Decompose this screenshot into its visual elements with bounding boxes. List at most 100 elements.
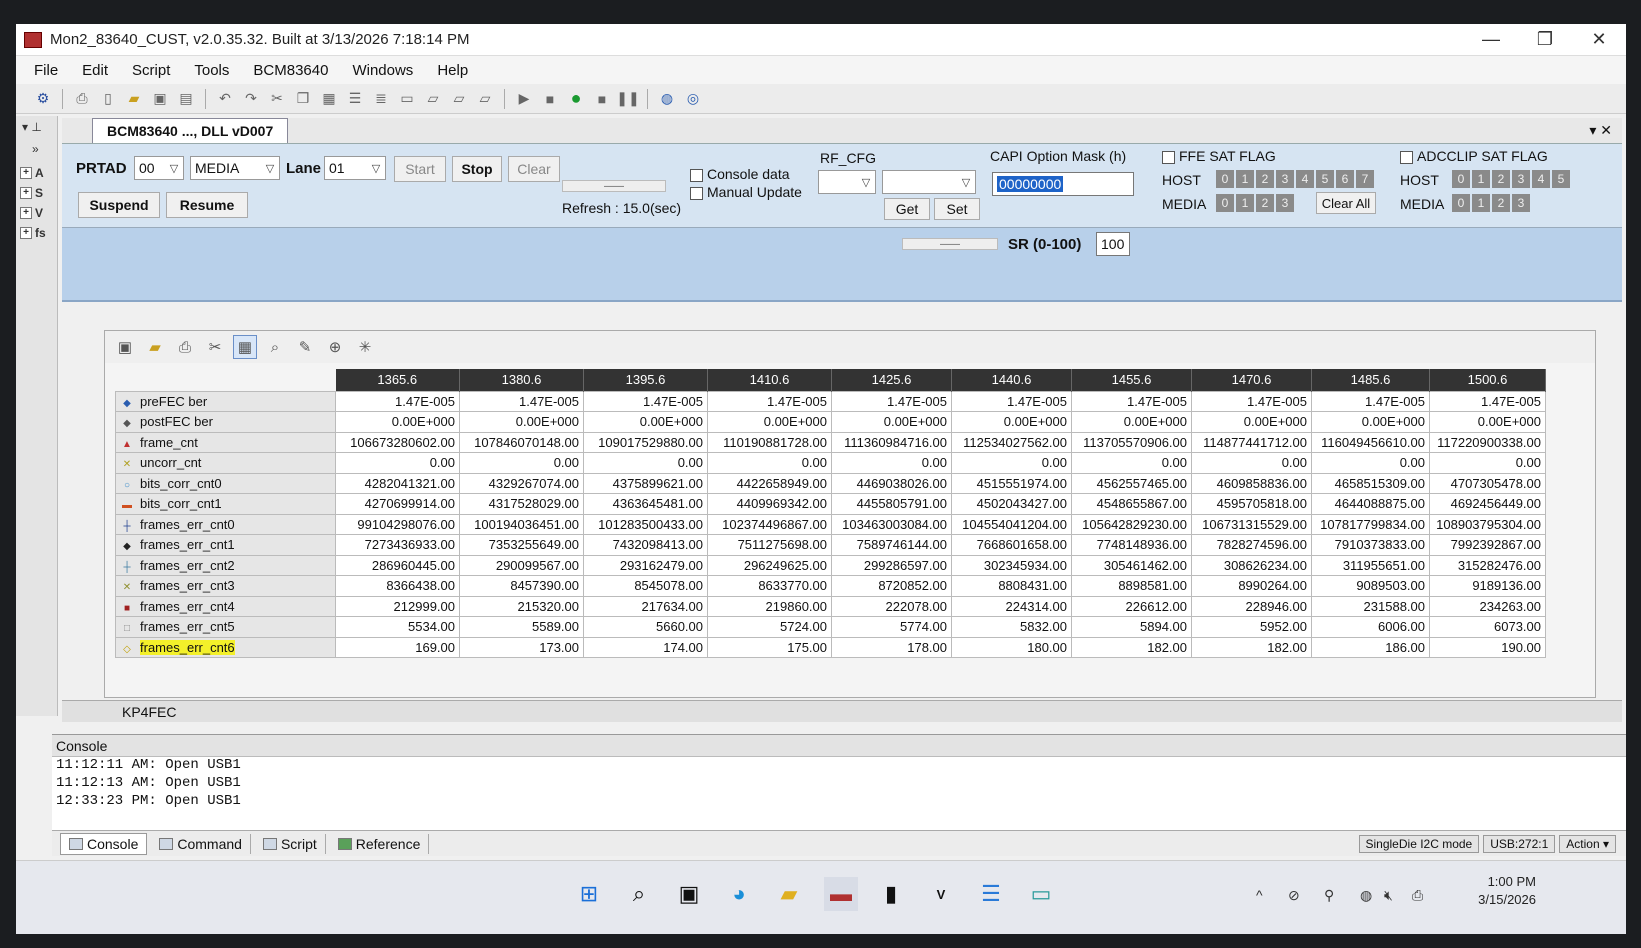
table-cell[interactable]: 5724.00: [707, 616, 832, 638]
table-cell[interactable]: 190.00: [1429, 636, 1546, 658]
table-cell[interactable]: 180.00: [951, 636, 1072, 658]
row-header[interactable]: ┼ frames_err_cnt0: [115, 513, 336, 535]
table-cell[interactable]: 7910373833.00: [1311, 534, 1430, 556]
row-header[interactable]: □ frames_err_cnt5: [115, 616, 336, 638]
table-cell[interactable]: 1.47E-005: [1191, 390, 1312, 412]
table-cell[interactable]: 5832.00: [951, 616, 1072, 638]
terminal-icon[interactable]: ▮: [874, 877, 908, 911]
table-cell[interactable]: 0.00E+000: [1429, 411, 1546, 433]
table-cell[interactable]: 4502043427.00: [951, 493, 1072, 515]
table-cell[interactable]: 0.00: [1311, 452, 1430, 474]
window-icon[interactable]: ▭: [396, 88, 418, 110]
table-cell[interactable]: 4658515309.00: [1311, 472, 1430, 494]
table-cell[interactable]: 0.00: [1429, 452, 1546, 474]
table-cell[interactable]: 4692456449.00: [1429, 493, 1546, 515]
globe-icon[interactable]: ◍: [1360, 887, 1372, 904]
table-cell[interactable]: 234263.00: [1429, 595, 1546, 617]
adcclip-sat-flag-checkbox[interactable]: ADCCLIP SAT FLAG: [1400, 148, 1548, 164]
kp4fec-tab[interactable]: KP4FEC: [122, 704, 176, 720]
table-cell[interactable]: 315282476.00: [1429, 554, 1546, 576]
row-header[interactable]: ┼ frames_err_cnt2: [115, 554, 336, 576]
table-cell[interactable]: 4562557465.00: [1071, 472, 1192, 494]
table-cell[interactable]: 1.47E-005: [1311, 390, 1430, 412]
table-cell[interactable]: 0.00E+000: [459, 411, 584, 433]
row-header[interactable]: ◆ postFEC ber: [115, 411, 336, 433]
table-cell[interactable]: 8808431.00: [951, 575, 1072, 597]
table-cell[interactable]: 7273436933.00: [335, 534, 460, 556]
table-cell[interactable]: 108903795304.00: [1429, 513, 1546, 535]
column-header[interactable]: 1455.6: [1071, 369, 1192, 391]
zoom-icon[interactable]: ⊕: [323, 335, 347, 359]
table-cell[interactable]: 9089503.00: [1311, 575, 1430, 597]
table-cell[interactable]: 8898581.00: [1071, 575, 1192, 597]
table-cell[interactable]: 4644088875.00: [1311, 493, 1430, 515]
table-cell[interactable]: 106731315529.00: [1191, 513, 1312, 535]
table-cell[interactable]: 182.00: [1071, 636, 1192, 658]
table-cell[interactable]: 8457390.00: [459, 575, 584, 597]
file-explorer-icon[interactable]: ▰: [772, 877, 806, 911]
table-cell[interactable]: 4409969342.00: [707, 493, 832, 515]
table-cell[interactable]: 4469038026.00: [831, 472, 952, 494]
network-off-icon[interactable]: ⊘: [1288, 887, 1300, 904]
table-cell[interactable]: 7511275698.00: [707, 534, 832, 556]
get-button[interactable]: Get: [884, 198, 930, 220]
row-header[interactable]: ✕ frames_err_cnt3: [115, 575, 336, 597]
row-header[interactable]: ▲ frame_cnt: [115, 431, 336, 453]
speaker-muted-icon[interactable]: 🔇︎: [1384, 887, 1393, 904]
save-icon[interactable]: ▣: [113, 335, 137, 359]
table-cell[interactable]: 9189136.00: [1429, 575, 1546, 597]
table-cell[interactable]: 105642829230.00: [1071, 513, 1192, 535]
table-cell[interactable]: 4707305478.00: [1429, 472, 1546, 494]
table-cell[interactable]: 8545078.00: [583, 575, 708, 597]
menu-edit[interactable]: Edit: [70, 62, 120, 79]
print-icon[interactable]: ⎙: [173, 335, 197, 359]
table-cell[interactable]: 4270699914.00: [335, 493, 460, 515]
notepad-icon[interactable]: ☰: [974, 877, 1008, 911]
tray-overflow-icon[interactable]: ^: [1256, 887, 1263, 903]
column-header[interactable]: 1395.6: [583, 369, 708, 391]
table-cell[interactable]: 101283500433.00: [583, 513, 708, 535]
table-cell[interactable]: 302345934.00: [951, 554, 1072, 576]
table-cell[interactable]: 7432098413.00: [583, 534, 708, 556]
menu-script[interactable]: Script: [120, 62, 182, 79]
table-cell[interactable]: 1.47E-005: [951, 390, 1072, 412]
vnc-viewer-icon[interactable]: V: [924, 877, 958, 911]
lane-select[interactable]: 01 ▽: [324, 156, 386, 180]
tab-console[interactable]: Console: [60, 832, 148, 855]
restore-button[interactable]: ❐: [1518, 29, 1572, 50]
table-cell[interactable]: 1.47E-005: [831, 390, 952, 412]
table-cell[interactable]: 0.00E+000: [1071, 411, 1192, 433]
comment-find-icon[interactable]: ▱: [474, 88, 496, 110]
row-header[interactable]: ▬ bits_corr_cnt1: [115, 493, 336, 515]
table-cell[interactable]: 286960445.00: [335, 554, 460, 576]
table-cell[interactable]: 308626234.00: [1191, 554, 1312, 576]
table-cell[interactable]: 186.00: [1311, 636, 1430, 658]
search-icon[interactable]: ⌕: [622, 877, 656, 911]
table-cell[interactable]: 5952.00: [1191, 616, 1312, 638]
table-cell[interactable]: 4609858836.00: [1191, 472, 1312, 494]
copy-icon[interactable]: ❐: [292, 88, 314, 110]
table-cell[interactable]: 110190881728.00: [707, 431, 832, 453]
set-button[interactable]: Set: [934, 198, 980, 220]
table-cell[interactable]: 219860.00: [707, 595, 832, 617]
dock-node-v[interactable]: + V: [20, 206, 53, 220]
table-cell[interactable]: 228946.00: [1191, 595, 1312, 617]
table-cell[interactable]: 0.00: [335, 452, 460, 474]
suspend-button[interactable]: Suspend: [78, 192, 160, 218]
table-cell[interactable]: 4375899621.00: [583, 472, 708, 494]
table-cell[interactable]: 114877441712.00: [1191, 431, 1312, 453]
tab-command[interactable]: Command: [151, 833, 251, 854]
table-cell[interactable]: 178.00: [831, 636, 952, 658]
play-icon[interactable]: ▶: [513, 88, 535, 110]
table-cell[interactable]: 107817799834.00: [1311, 513, 1430, 535]
table-cell[interactable]: 0.00: [1071, 452, 1192, 474]
row-header[interactable]: ○ bits_corr_cnt0: [115, 472, 336, 494]
table-cell[interactable]: 222078.00: [831, 595, 952, 617]
table-cell[interactable]: 8990264.00: [1191, 575, 1312, 597]
sr-slider[interactable]: ——: [902, 238, 998, 250]
tab-reference[interactable]: Reference: [330, 833, 430, 854]
save-icon[interactable]: ▣: [149, 88, 171, 110]
table-cell[interactable]: 103463003084.00: [831, 513, 952, 535]
table-cell[interactable]: 231588.00: [1311, 595, 1430, 617]
menu-file[interactable]: File: [22, 62, 70, 79]
